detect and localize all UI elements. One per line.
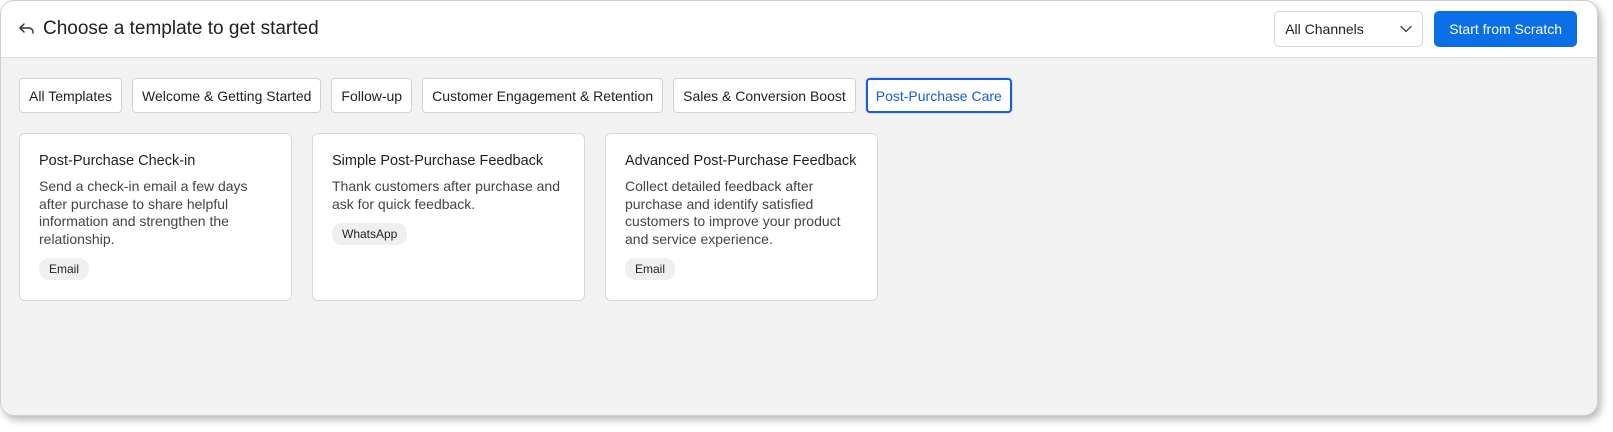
card-description: Collect detailed feedback after purchase… — [625, 178, 841, 247]
template-cards: Post-Purchase Check-in Send a check-in e… — [1, 113, 1597, 301]
card-title: Post-Purchase Check-in — [39, 153, 196, 169]
header-bar: Choose a template to get started All Cha… — [1, 1, 1597, 58]
card-title: Simple Post-Purchase Feedback — [332, 153, 544, 169]
card-description: Send a check-in email a few days after p… — [39, 178, 248, 247]
tab-welcome-getting-started[interactable]: Welcome & Getting Started — [132, 78, 322, 113]
channel-badge: Email — [39, 258, 90, 280]
template-chooser-window: Choose a template to get started All Cha… — [0, 0, 1598, 416]
tab-follow-up[interactable]: Follow-up — [331, 78, 413, 113]
card-description: Thank customers after purchase and ask f… — [332, 178, 561, 212]
tab-customer-engagement-retention[interactable]: Customer Engagement & Retention — [422, 78, 664, 113]
channel-badge: Email — [625, 258, 676, 280]
tab-sales-conversion-boost[interactable]: Sales & Conversion Boost — [673, 78, 856, 113]
header-actions: All Channels Start from Scratch — [1274, 11, 1577, 47]
channel-badge: WhatsApp — [332, 223, 408, 245]
tab-all-templates[interactable]: All Templates — [19, 78, 123, 113]
channel-select-value: All Channels — [1285, 21, 1364, 37]
category-tabs: All Templates Welcome & Getting Started … — [1, 58, 1597, 113]
back-arrow-icon[interactable] — [17, 19, 37, 39]
start-from-scratch-button[interactable]: Start from Scratch — [1434, 11, 1577, 47]
template-card-advanced-post-purchase-feedback[interactable]: Advanced Post-Purchase Feedback Collect … — [605, 133, 878, 301]
template-card-post-purchase-check-in[interactable]: Post-Purchase Check-in Send a check-in e… — [19, 133, 292, 301]
tab-post-purchase-care[interactable]: Post-Purchase Care — [865, 78, 1012, 113]
channel-select[interactable]: All Channels — [1274, 11, 1424, 47]
chevron-down-icon — [1400, 25, 1412, 33]
card-title: Advanced Post-Purchase Feedback — [625, 153, 857, 169]
template-card-simple-post-purchase-feedback[interactable]: Simple Post-Purchase Feedback Thank cust… — [312, 133, 585, 301]
page-title: Choose a template to get started — [43, 18, 319, 39]
